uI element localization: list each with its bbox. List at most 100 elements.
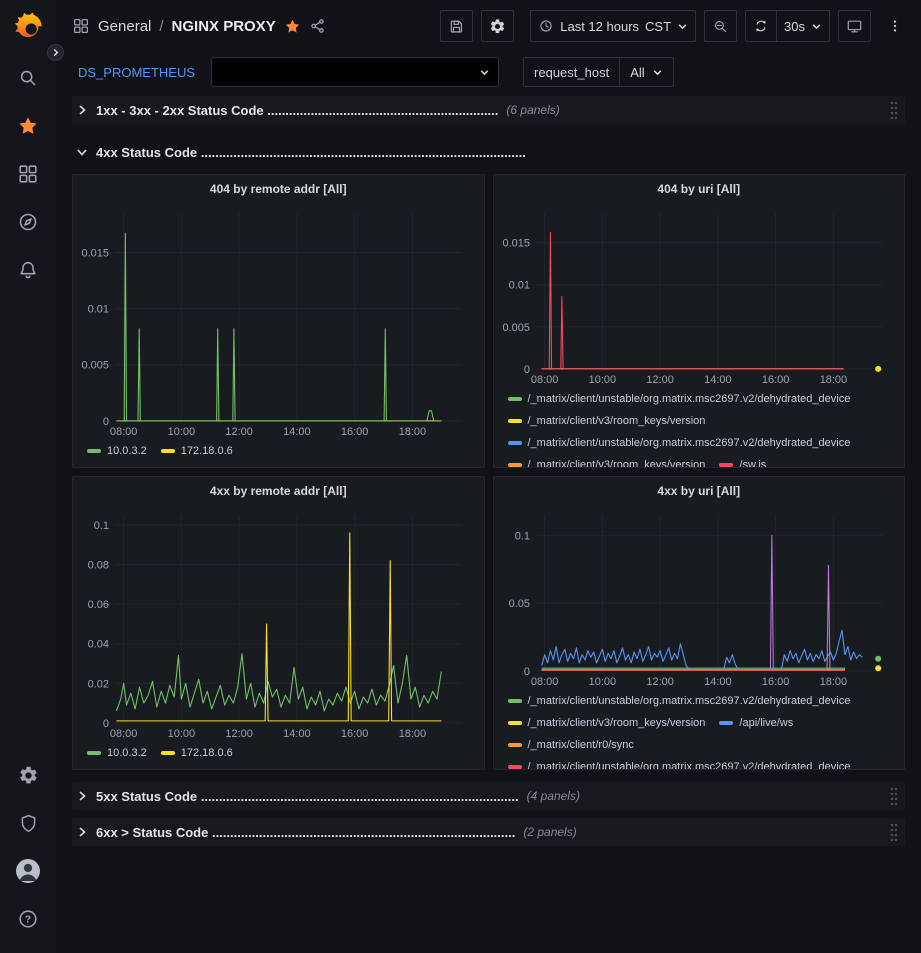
- toolbar: Last 12 hours CST: [440, 10, 911, 42]
- clock-icon: [538, 18, 554, 34]
- legend-series-label: /_matrix/client/v3/room_keys/version: [528, 713, 706, 733]
- legend-item[interactable]: /_matrix/client/unstable/org.matrix.msc2…: [508, 389, 851, 409]
- request-host-variable-label[interactable]: request_host: [523, 57, 620, 87]
- server-admin-button[interactable]: [8, 803, 48, 843]
- shield-icon: [18, 813, 39, 834]
- grafana-logo-icon[interactable]: [8, 8, 48, 48]
- legend-item[interactable]: /_matrix/client/unstable/org.matrix.msc2…: [508, 691, 851, 711]
- svg-text:18:00: 18:00: [819, 676, 846, 688]
- caret-down-icon: [652, 67, 663, 78]
- row-header-5xx[interactable]: 5xx Status Code ........................…: [72, 782, 905, 810]
- panel-404-by-remote-addr: 404 by remote addr [All] 08:0010:0012:00…: [72, 174, 485, 468]
- request-host-variable: request_host All: [523, 57, 674, 87]
- legend-item[interactable]: 172.18.0.6: [161, 743, 233, 763]
- chevron-right-icon: [76, 104, 88, 116]
- time-series-chart[interactable]: 08:0010:0012:0014:0016:0018:0000.0050.01…: [77, 205, 476, 439]
- refresh-interval-select[interactable]: 30s: [776, 10, 830, 42]
- breadcrumb: General / NGINX PROXY: [72, 17, 327, 35]
- profile-button[interactable]: [8, 851, 48, 891]
- time-range-picker[interactable]: Last 12 hours CST: [530, 10, 696, 42]
- legend-item[interactable]: /_matrix/client/v3/room_keys/version: [508, 455, 706, 467]
- save-dashboard-button[interactable]: [440, 10, 473, 42]
- topbar: General / NGINX PROXY: [56, 0, 921, 52]
- svg-text:14:00: 14:00: [704, 374, 731, 386]
- legend-series-label: /_matrix/client/unstable/org.matrix.msc2…: [528, 757, 851, 769]
- dashboards-button[interactable]: [8, 154, 48, 194]
- row-header-6xx[interactable]: 6xx > Status Code ......................…: [72, 818, 905, 846]
- more-options-button[interactable]: [879, 10, 911, 42]
- help-button[interactable]: ?: [8, 899, 48, 939]
- legend-series-label: /_matrix/client/r0/sync: [528, 735, 634, 755]
- refresh-interval-value: 30s: [784, 19, 805, 34]
- row-drag-handle[interactable]: [889, 100, 899, 120]
- sidebar-expand-button[interactable]: [47, 44, 64, 61]
- legend-series-label: /_matrix/client/unstable/org.matrix.msc2…: [528, 389, 851, 409]
- row-header-1xx-3xx-2xx[interactable]: 1xx - 3xx - 2xx Status Code ............…: [72, 96, 905, 124]
- svg-text:16:00: 16:00: [761, 374, 788, 386]
- svg-text:10:00: 10:00: [588, 676, 615, 688]
- panel-title[interactable]: 4xx by remote addr [All]: [73, 477, 484, 505]
- panel-4xx-by-uri: 4xx by uri [All] 08:0010:0012:0014:0016:…: [493, 476, 906, 770]
- legend-item[interactable]: /_matrix/client/r0/sync: [508, 735, 634, 755]
- row-title: 1xx - 3xx - 2xx Status Code ............…: [96, 103, 498, 118]
- svg-text:0.005: 0.005: [502, 322, 529, 334]
- favorites-button[interactable]: [8, 106, 48, 146]
- legend: 10.0.3.2 172.18.0.6: [73, 741, 484, 769]
- apps-grid-icon: [17, 163, 39, 185]
- share-icon[interactable]: [309, 17, 327, 35]
- refresh-button[interactable]: [745, 10, 777, 42]
- svg-text:16:00: 16:00: [761, 676, 788, 688]
- legend-item[interactable]: /_matrix/client/v3/room_keys/version: [508, 713, 706, 733]
- panel-title[interactable]: 404 by remote addr [All]: [73, 175, 484, 203]
- favorite-star-icon[interactable]: [284, 18, 301, 35]
- legend-series-label: 10.0.3.2: [107, 441, 147, 461]
- alerting-button[interactable]: [8, 250, 48, 290]
- legend-item[interactable]: /sw.js: [719, 455, 766, 467]
- legend-series-marker: [719, 463, 733, 467]
- svg-text:0.015: 0.015: [82, 247, 109, 259]
- row-title: 5xx Status Code ........................…: [96, 789, 519, 804]
- legend-item[interactable]: 10.0.3.2: [87, 441, 147, 461]
- svg-text:14:00: 14:00: [283, 426, 310, 438]
- legend-item[interactable]: /api/live/ws: [719, 713, 793, 733]
- legend-series-label: 10.0.3.2: [107, 743, 147, 763]
- time-range-label: Last 12 hours: [560, 19, 639, 34]
- search-button[interactable]: [8, 58, 48, 98]
- row-title: 6xx > Status Code ......................…: [96, 825, 515, 840]
- explore-button[interactable]: [8, 202, 48, 242]
- legend-item[interactable]: /_matrix/client/v3/room_keys/version: [508, 411, 706, 431]
- dashboard-settings-button[interactable]: [481, 10, 514, 42]
- tv-mode-button[interactable]: [838, 10, 871, 42]
- svg-text:0: 0: [523, 666, 529, 678]
- time-series-chart[interactable]: 08:0010:0012:0014:0016:0018:0000.050.1: [498, 507, 897, 689]
- svg-text:10:00: 10:00: [168, 426, 195, 438]
- svg-text:08:00: 08:00: [110, 728, 137, 740]
- legend-series-marker: [508, 463, 522, 467]
- row-header-4xx[interactable]: 4xx Status Code ........................…: [72, 138, 905, 166]
- breadcrumb-section[interactable]: General: [98, 18, 151, 35]
- panel-title[interactable]: 404 by uri [All]: [494, 175, 905, 203]
- datasource-variable-label[interactable]: DS_PROMETHEUS: [72, 61, 201, 84]
- request-host-variable-select[interactable]: All: [620, 57, 673, 87]
- time-series-chart[interactable]: 08:0010:0012:0014:0016:0018:0000.0050.01…: [498, 205, 897, 387]
- datasource-variable-select[interactable]: [211, 57, 499, 87]
- svg-text:10:00: 10:00: [588, 374, 615, 386]
- legend-item[interactable]: /_matrix/client/unstable/org.matrix.msc2…: [508, 433, 851, 453]
- row-drag-handle[interactable]: [889, 786, 899, 806]
- page-title: NGINX PROXY: [172, 18, 276, 35]
- legend: /_matrix/client/unstable/org.matrix.msc2…: [494, 689, 905, 769]
- svg-text:12:00: 12:00: [646, 676, 673, 688]
- zoom-out-button[interactable]: [704, 10, 737, 42]
- svg-text:12:00: 12:00: [646, 374, 673, 386]
- legend-item[interactable]: /_matrix/client/unstable/org.matrix.msc2…: [508, 757, 851, 769]
- svg-text:0.06: 0.06: [88, 599, 109, 611]
- row-drag-handle[interactable]: [889, 822, 899, 842]
- legend-item[interactable]: 10.0.3.2: [87, 743, 147, 763]
- configuration-button[interactable]: [8, 755, 48, 795]
- monitor-icon: [846, 18, 863, 35]
- legend-series-marker: [508, 721, 522, 725]
- legend-item[interactable]: 172.18.0.6: [161, 441, 233, 461]
- time-series-chart[interactable]: 08:0010:0012:0014:0016:0018:0000.020.040…: [77, 507, 476, 741]
- panel-title[interactable]: 4xx by uri [All]: [494, 477, 905, 505]
- legend-series-marker: [87, 449, 101, 453]
